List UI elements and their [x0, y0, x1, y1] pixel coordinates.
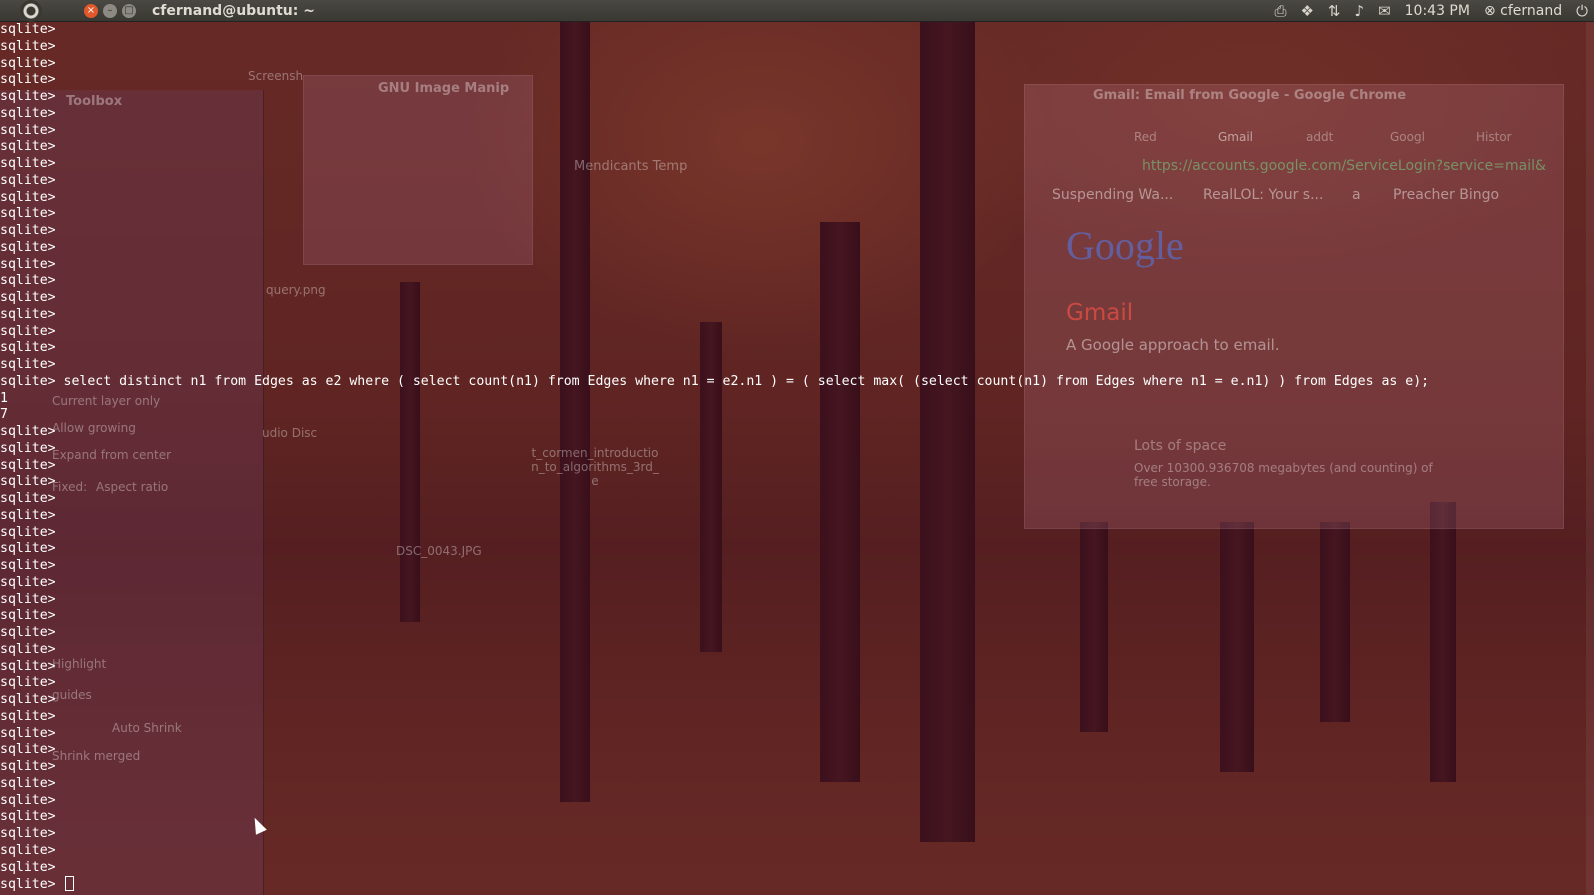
- terminal-active-prompt: sqlite>: [0, 876, 1594, 893]
- terminal-prompt-line: sqlite>: [0, 306, 56, 322]
- terminal-prompt-line: sqlite>: [0, 22, 56, 37]
- terminal-prompt-line: sqlite>: [0, 340, 56, 356]
- terminal-prompt-line: sqlite>: [0, 491, 56, 506]
- network-icon[interactable]: ⇅: [1328, 2, 1341, 20]
- top-panel: × – □ cfernand@ubuntu: ~ ⎙ ❖ ⇅ ♪ ✉ 10:43…: [0, 0, 1594, 22]
- terminal-prompt-line: sqlite>: [0, 658, 56, 674]
- terminal-prompt-line: sqlite>: [0, 105, 56, 121]
- terminal-prompt-line: sqlite>: [0, 474, 56, 490]
- terminal-result-line: 7: [0, 407, 8, 423]
- maximize-button[interactable]: □: [122, 3, 136, 18]
- terminal-prompt-line: sqlite>: [0, 290, 56, 305]
- terminal-prompt-line: sqlite>: [0, 424, 56, 439]
- terminal-prompt-line: sqlite>: [0, 759, 56, 774]
- terminal-prompt-line: sqlite>: [0, 139, 56, 155]
- terminal-prompt-line: sqlite>: [0, 541, 56, 557]
- printer-icon[interactable]: ⎙: [1274, 2, 1286, 20]
- clock[interactable]: 10:43 PM: [1405, 3, 1470, 19]
- terminal-prompt-line: sqlite>: [0, 742, 56, 758]
- terminal-prompt-line: sqlite>: [0, 457, 56, 473]
- terminal-scrollbar[interactable]: [1586, 22, 1594, 895]
- terminal-prompt-line: sqlite>: [0, 675, 56, 691]
- terminal-prompt-line: sqlite>: [0, 809, 56, 825]
- terminal-prompt-line: sqlite>: [0, 223, 56, 238]
- terminal-prompt-line: sqlite>: [0, 826, 56, 841]
- terminal-prompt-line: sqlite>: [0, 641, 56, 657]
- terminal-prompt-line: sqlite>: [0, 524, 56, 540]
- terminal-prompt-line: sqlite>: [0, 591, 56, 607]
- terminal-prompt-line: sqlite>: [0, 122, 56, 138]
- terminal-prompt-line: sqlite>: [0, 725, 56, 741]
- power-icon[interactable]: ⏻: [1576, 2, 1588, 20]
- terminal-result-line: 1: [0, 390, 8, 406]
- terminal-window[interactable]: sqlite> sqlite> sqlite> sqlite> sqlite> sqlit…: [0, 22, 1594, 895]
- system-tray: ⎙ ❖ ⇅ ♪ ✉ 10:43 PM ⊗ cfernand ⏻: [1274, 0, 1594, 22]
- terminal-prompt-line: sqlite>: [0, 189, 56, 205]
- terminal-prompt-line: sqlite>: [0, 323, 56, 339]
- terminal-prompt-line: sqlite>: [0, 708, 56, 724]
- terminal-prompt-line: sqlite>: [0, 239, 56, 255]
- terminal-prompt-line: sqlite>: [0, 440, 56, 456]
- window-title: cfernand@ubuntu: ~: [152, 2, 315, 19]
- volume-icon[interactable]: ♪: [1354, 2, 1364, 20]
- terminal-prompt-line: sqlite>: [0, 38, 56, 54]
- user-menu[interactable]: ⊗ cfernand: [1484, 3, 1562, 19]
- terminal-prompt-line: sqlite>: [0, 608, 56, 624]
- terminal-prompt-line: sqlite>: [0, 72, 56, 88]
- close-button[interactable]: ×: [84, 3, 98, 18]
- terminal-prompt-line: sqlite>: [0, 55, 56, 71]
- terminal-prompt-line: sqlite>: [0, 859, 56, 875]
- terminal-prompt-line: sqlite>: [0, 558, 56, 573]
- terminal-prompt-line: sqlite>: [0, 625, 56, 640]
- terminal-prompt-line: sqlite>: [0, 507, 56, 523]
- terminal-prompt-line: sqlite>: [0, 775, 56, 791]
- terminal-prompt-line: sqlite>: [0, 842, 56, 858]
- terminal-prompt-line: sqlite>: [0, 357, 56, 372]
- mail-icon[interactable]: ✉: [1378, 2, 1391, 20]
- dropbox-icon[interactable]: ❖: [1300, 2, 1313, 20]
- terminal-prompt-line: sqlite>: [0, 574, 56, 590]
- terminal-prompt-line: sqlite>: [0, 156, 56, 171]
- terminal-prompt-line: sqlite>: [0, 172, 56, 188]
- user-name: cfernand: [1500, 3, 1563, 19]
- terminal-prompt-line: sqlite>: [0, 89, 56, 104]
- ubuntu-logo-icon[interactable]: [20, 0, 42, 22]
- minimize-button[interactable]: –: [103, 3, 117, 18]
- user-status-icon: ⊗: [1483, 3, 1496, 19]
- terminal-query-line: sqlite> select distinct n1 from Edges as…: [0, 373, 1430, 389]
- terminal-prompt-line: sqlite>: [0, 273, 56, 289]
- terminal-prompt-line: sqlite>: [0, 256, 56, 272]
- terminal-prompt-line: sqlite>: [0, 792, 56, 808]
- terminal-cursor: [64, 876, 74, 892]
- terminal-prompt-line: sqlite>: [0, 692, 56, 707]
- terminal-prompt-line: sqlite>: [0, 206, 56, 222]
